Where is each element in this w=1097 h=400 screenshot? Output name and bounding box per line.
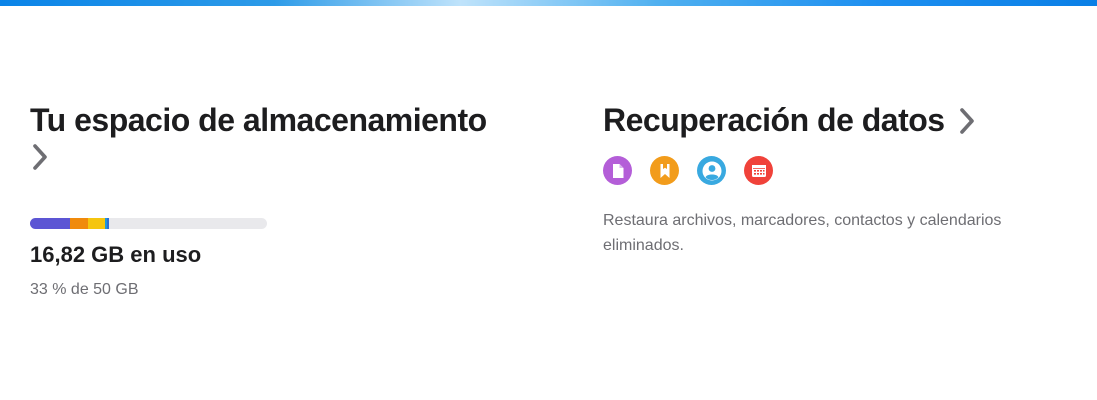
chevron-right-icon[interactable]	[957, 106, 979, 136]
calendar-icon	[744, 156, 773, 185]
storage-used-value: 16,82 GB en uso	[30, 242, 202, 267]
storage-card[interactable]: Tu espacio de almacenamiento 16,82 GB en…	[30, 100, 530, 298]
usage-segment-backups	[70, 218, 89, 229]
recovery-icons-row	[603, 156, 773, 185]
chevron-right-icon[interactable]	[30, 142, 52, 172]
usage-segment-documents	[88, 218, 105, 229]
usage-segment-other	[107, 218, 110, 229]
storage-chevron-row	[30, 142, 530, 178]
data-recovery-title[interactable]: Recuperación de datos	[603, 100, 1083, 140]
data-recovery-card[interactable]: Recuperación de datos Restaura archivos,…	[603, 100, 1083, 254]
storage-title[interactable]: Tu espacio de almacenamiento	[30, 100, 530, 140]
usage-segment-photos	[30, 218, 71, 229]
contacts-icon	[697, 156, 726, 185]
storage-used-detail: 33 % de 50 GB	[30, 281, 139, 298]
data-recovery-description: Restaura archivos, marcadores, contactos…	[603, 212, 1002, 254]
storage-usage-bar	[30, 218, 267, 229]
bookmarks-icon	[650, 156, 679, 185]
data-recovery-title-text: Recuperación de datos	[603, 102, 945, 138]
top-accent-bar	[0, 0, 1097, 6]
files-icon	[603, 156, 632, 185]
